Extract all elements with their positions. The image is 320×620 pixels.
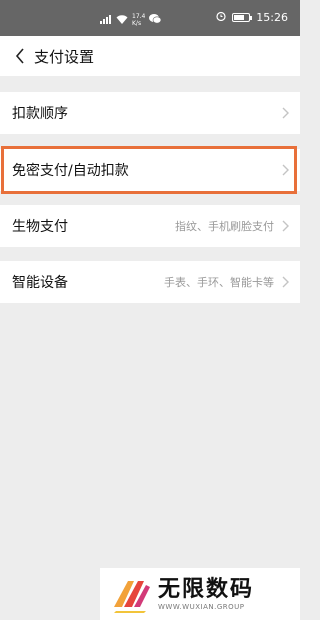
battery-icon	[232, 13, 253, 22]
wifi-icon	[116, 14, 128, 26]
wechat-icon	[149, 14, 162, 26]
alarm-icon	[216, 11, 226, 24]
row-smart-devices[interactable]: 智能设备 手表、手环、智能卡等	[0, 261, 300, 303]
watermark-title: 无限数码	[158, 577, 255, 602]
chevron-right-icon	[282, 220, 289, 232]
network-speed: 17.4 K/s	[132, 13, 145, 27]
speed-value: 17.4	[132, 13, 146, 20]
speed-unit: K/s	[132, 20, 142, 27]
row-label: 免密支付/自动扣款	[12, 163, 129, 179]
row-password-free-payment[interactable]: 免密支付/自动扣款	[0, 149, 300, 191]
row-biometric-payment[interactable]: 生物支付 指纹、手机刷脸支付	[0, 205, 300, 247]
watermark-text: 无限数码 WWW.WUXIAN.GROUP	[158, 577, 254, 611]
nav-bar: 支付设置	[0, 36, 300, 76]
signal-icon	[100, 14, 112, 26]
chevron-right-icon	[282, 164, 289, 176]
row-label: 扣款顺序	[12, 106, 68, 122]
status-right: 15:26	[216, 11, 288, 24]
chevron-right-icon	[282, 107, 289, 119]
row-deduction-order[interactable]: 扣款顺序	[0, 92, 300, 134]
logo-icon	[114, 581, 150, 613]
chevron-right-icon	[282, 276, 289, 288]
row-label: 生物支付	[12, 219, 68, 235]
status-left: 17.4 K/s	[100, 13, 162, 27]
page-title: 支付设置	[34, 47, 95, 66]
row-label: 智能设备	[12, 275, 68, 291]
row-value: 手表、手环、智能卡等	[164, 276, 274, 289]
watermark-url: WWW.WUXIAN.GROUP	[158, 603, 245, 611]
status-bar: 17.4 K/s 15:26	[0, 0, 300, 36]
watermark: 无限数码 WWW.WUXIAN.GROUP	[100, 568, 300, 620]
row-value: 指纹、手机刷脸支付	[175, 220, 274, 233]
status-time: 15:26	[256, 11, 288, 24]
